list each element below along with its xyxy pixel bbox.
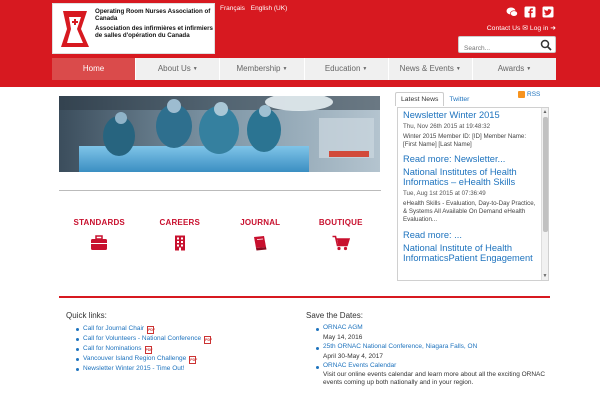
news-title-link[interactable]: National Institutes of Health Informatic… <box>403 167 539 188</box>
event-link[interactable]: ORNAC AGM <box>323 324 556 333</box>
footer-divider <box>59 296 550 298</box>
event-item: ORNAC Events Calendar Visit our online e… <box>306 362 556 388</box>
language-switcher: Français English (UK) <box>220 5 291 12</box>
building-icon <box>174 235 185 251</box>
news-scrollbar[interactable]: ▲ ▼ <box>541 108 548 280</box>
quick-link-item[interactable]: Vancouver Island Region Challenge PDF <box>66 354 266 364</box>
news-title-link[interactable]: National Institute of Health Informatics… <box>403 243 539 264</box>
pdf-icon: PDF <box>204 336 213 344</box>
news-title-link[interactable]: Newsletter Winter 2015 <box>403 110 539 121</box>
twitter-icon[interactable] <box>542 6 554 18</box>
header-links: Contact Us ✉ Log in ➜ <box>487 24 556 32</box>
caret-down-icon: ▼ <box>526 66 532 72</box>
mail-icon: ✉ <box>522 25 528 32</box>
rss-icon <box>518 91 525 98</box>
chat-icon[interactable] <box>506 6 518 18</box>
scroll-up-icon[interactable]: ▲ <box>542 108 548 116</box>
save-dates-title: Save the Dates: <box>306 311 363 320</box>
nav-about-us[interactable]: About Us ▼ <box>135 58 219 80</box>
hero-image <box>59 96 380 172</box>
event-item: ORNAC AGM May 14, 2016 <box>306 324 556 342</box>
tab-twitter[interactable]: Twitter <box>444 93 474 106</box>
quick-link-item[interactable]: Call for Volunteers - National Conferenc… <box>66 334 266 344</box>
search-box <box>458 36 556 56</box>
event-date: April 30-May 4, 2017 <box>323 352 383 360</box>
quick-links: Quick links: Call for Journal Chair PDF C… <box>66 311 266 374</box>
login-link[interactable]: Log in <box>530 25 549 32</box>
pdf-icon: PDF <box>144 346 153 354</box>
lang-fr-link[interactable]: Français <box>220 5 245 12</box>
search-input[interactable] <box>459 41 537 56</box>
caret-down-icon: ▼ <box>282 66 288 72</box>
contact-link[interactable]: Contact Us <box>487 25 521 32</box>
quick-links-title: Quick links: <box>66 311 107 320</box>
rss-link[interactable]: RSS <box>518 91 540 98</box>
logo[interactable]: Operating Room Nurses Association of Can… <box>52 3 215 54</box>
main-nav: Home About Us ▼ Membership ▼ Education ▼ Ne… <box>52 58 556 80</box>
org-name-fr: Association des infirmières et infirmier… <box>95 24 213 40</box>
social-links <box>506 6 554 18</box>
quick-tiles: STANDARDS CAREERS JOURNAL BOUTIQUE <box>59 218 381 251</box>
nav-awards[interactable]: Awards ▼ <box>471 58 556 80</box>
book-icon <box>254 236 267 251</box>
quick-link-item[interactable]: Call for Nominations PDF <box>66 344 266 354</box>
news-date: Tue, Aug 1st 2015 at 07:36:49 <box>403 189 486 197</box>
lang-en-link[interactable]: English (UK) <box>251 5 287 12</box>
caret-down-icon: ▼ <box>455 66 461 72</box>
login-icon: ➜ <box>550 25 556 32</box>
tile-careers[interactable]: CAREERS <box>145 218 215 251</box>
tile-journal[interactable]: JOURNAL <box>225 218 295 251</box>
briefcase-icon <box>91 235 108 250</box>
event-item: 25th ORNAC National Conference, Niagara … <box>306 343 556 361</box>
event-description: Visit our online events calendar and lea… <box>323 370 546 387</box>
tab-latest-news[interactable]: Latest News <box>395 92 445 106</box>
scroll-down-icon[interactable]: ▼ <box>542 272 548 280</box>
news-panel: Newsletter Winter 2015 Thu, Nov 26th 201… <box>397 107 549 281</box>
pdf-icon: PDF <box>189 356 198 364</box>
nurse-logo-icon <box>61 11 89 47</box>
quick-link-item[interactable]: Call for Journal Chair PDF <box>66 324 266 334</box>
tile-boutique[interactable]: BOUTIQUE <box>306 218 376 251</box>
news-date: Thu, Nov 26th 2015 at 19:48:32 <box>403 122 491 130</box>
search-icon[interactable] <box>540 39 552 51</box>
quick-link-item[interactable]: Newsletter Winter 2015 - Time Out! <box>66 364 266 374</box>
facebook-icon[interactable] <box>524 6 536 18</box>
save-the-dates: Save the Dates: ORNAC AGM May 14, 2016 2… <box>306 311 556 389</box>
event-date: May 14, 2016 <box>323 333 363 341</box>
nav-education[interactable]: Education ▼ <box>303 58 388 80</box>
scrollbar-thumb[interactable] <box>543 117 548 232</box>
event-link[interactable]: 25th ORNAC National Conference, Niagara … <box>323 343 556 352</box>
tile-standards[interactable]: STANDARDS <box>64 218 134 251</box>
content-divider <box>59 190 381 191</box>
org-name-en: Operating Room Nurses Association of Can… <box>95 8 211 23</box>
nav-home[interactable]: Home <box>52 58 136 80</box>
news-excerpt: eHealth Skills - Evaluation, Day-to-Day … <box>403 199 536 224</box>
nav-news-events[interactable]: News & Events ▼ <box>387 58 472 80</box>
caret-down-icon: ▼ <box>362 66 368 72</box>
cart-icon <box>332 235 350 251</box>
pdf-icon: PDF <box>147 326 156 334</box>
event-link[interactable]: ORNAC Events Calendar <box>323 362 556 371</box>
read-more-link[interactable]: Read more: Newsletter... <box>403 154 539 164</box>
read-more-link[interactable]: Read more: ... <box>403 230 539 240</box>
caret-down-icon: ▼ <box>192 66 198 72</box>
nav-membership[interactable]: Membership ▼ <box>219 58 303 80</box>
news-excerpt: Winter 2015 Member ID: [ID] Member Name:… <box>403 132 527 148</box>
